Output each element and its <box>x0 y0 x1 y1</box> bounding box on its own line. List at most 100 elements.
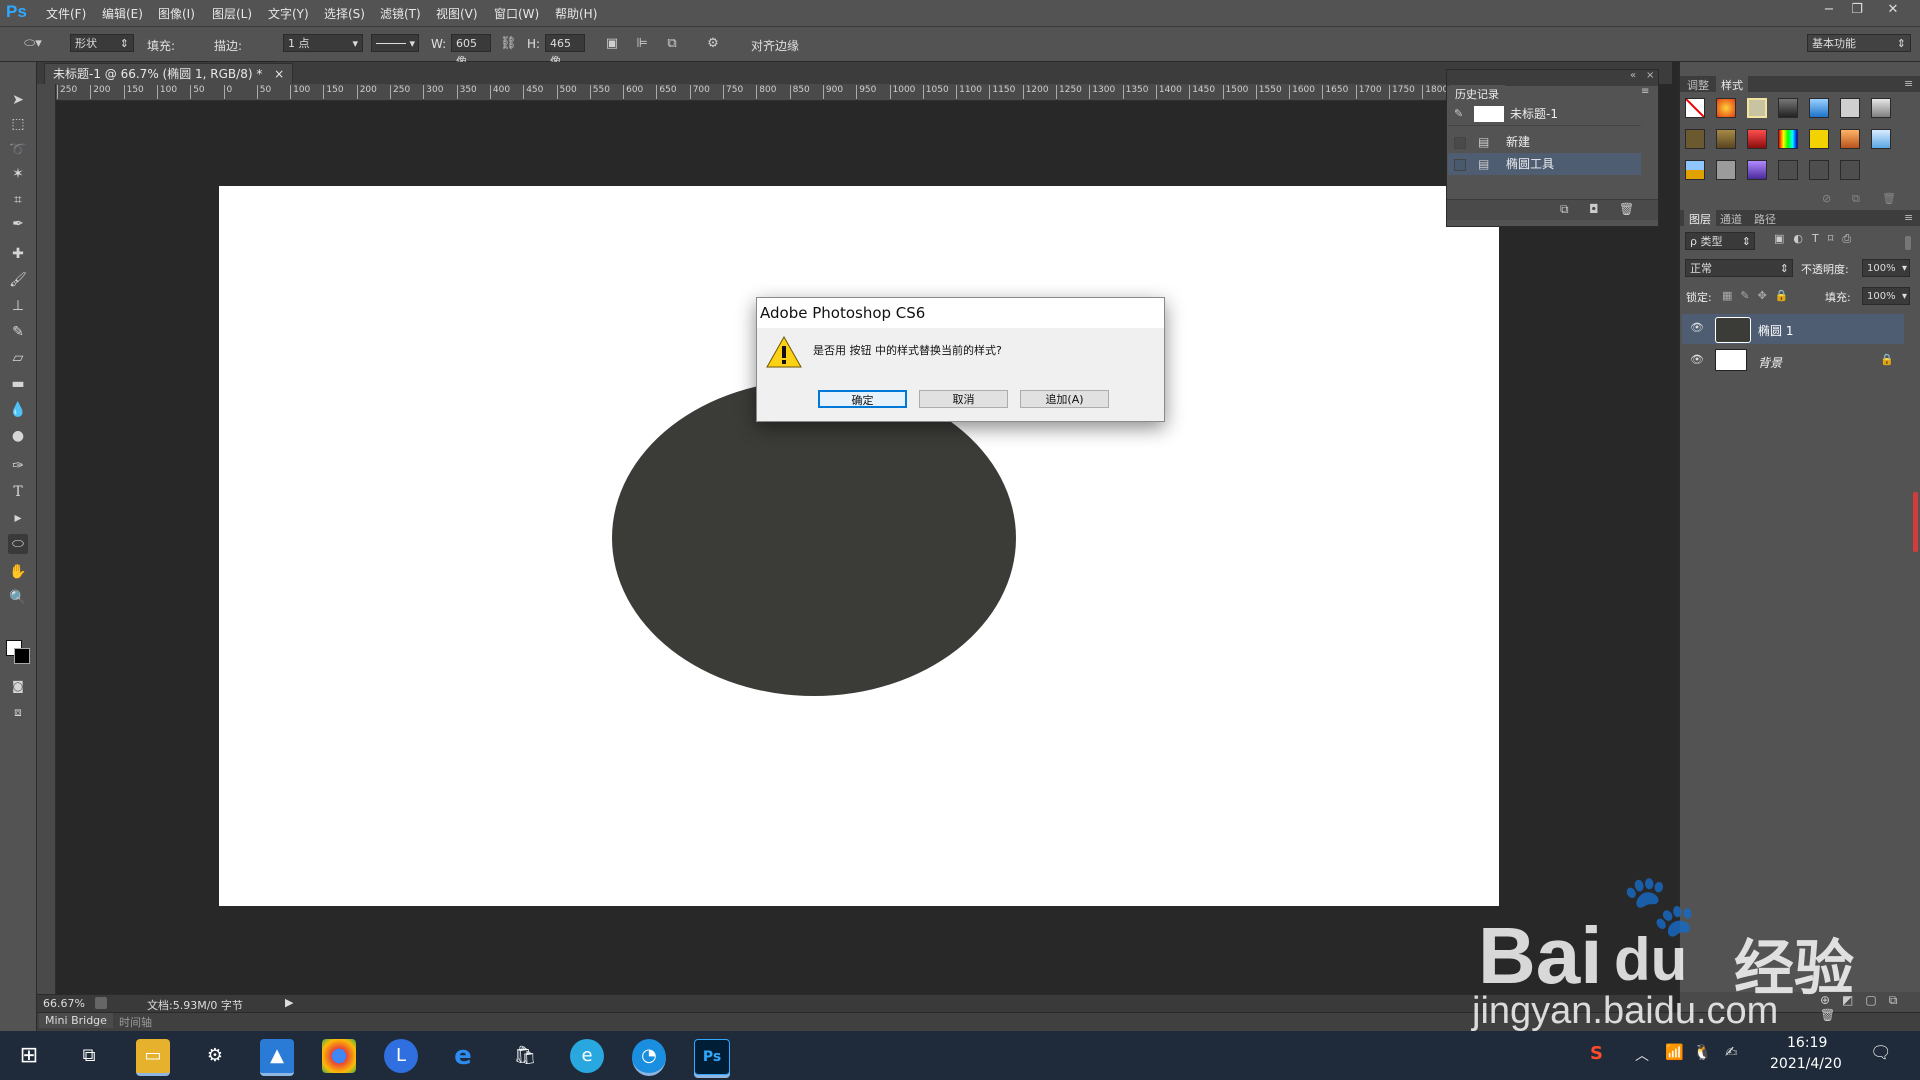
export-icon[interactable] <box>95 997 107 1009</box>
tab-channels[interactable]: 通道 <box>1720 211 1742 227</box>
eye-icon[interactable]: 👁 <box>1690 321 1704 334</box>
layer-name[interactable]: 背景 <box>1758 354 1782 371</box>
new-document-from-state-icon[interactable]: ⧉ <box>1560 202 1569 217</box>
menu-view[interactable]: 视图(V) <box>436 5 478 22</box>
move-tool-icon[interactable]: ➤ <box>8 90 28 110</box>
fill-field[interactable]: 100% ▾ <box>1862 287 1910 305</box>
store-bag-icon[interactable]: 🛍 <box>508 1039 542 1073</box>
lasso-tool-icon[interactable]: ➰ <box>8 140 28 160</box>
menu-layer[interactable]: 图层(L) <box>212 5 252 22</box>
notification-center-icon[interactable]: 🗨 <box>1870 1043 1892 1063</box>
dodge-tool-icon[interactable]: ● <box>8 426 28 446</box>
crop-tool-icon[interactable]: ⌗ <box>8 190 28 210</box>
stroke-type-select[interactable]: ▾ <box>371 34 419 52</box>
blend-mode-select[interactable]: 正常 ⇕ <box>1685 259 1793 277</box>
menu-image[interactable]: 图像(I) <box>158 5 195 22</box>
workspace-select[interactable]: 基本功能 ⇕ <box>1807 34 1911 52</box>
menu-window[interactable]: 窗口(W) <box>494 5 539 22</box>
gear-icon[interactable]: ⚙ <box>705 36 721 52</box>
clear-style-icon[interactable]: ⊘ <box>1822 192 1831 205</box>
camera-icon[interactable]: ◘ <box>1589 202 1599 216</box>
trash-icon[interactable]: 🗑 <box>1882 192 1896 205</box>
zoom-tool-icon[interactable]: 🔍 <box>8 588 28 608</box>
ellipse-tool-preset-icon[interactable]: ⬭▾ <box>20 36 46 52</box>
layer-filter-select[interactable]: ρ 类型 ⇕ <box>1685 232 1755 250</box>
dock-scroll-indicator[interactable] <box>1913 492 1918 552</box>
style-swatch[interactable] <box>1716 129 1736 149</box>
layer-filter-icons[interactable]: ▣◐T⌑⎙ <box>1774 232 1860 246</box>
style-swatch[interactable] <box>1778 98 1798 118</box>
mode-select[interactable]: 形状 ⇕ <box>70 34 134 52</box>
style-swatch-selected[interactable] <box>1747 98 1767 118</box>
style-swatch[interactable] <box>1747 129 1767 149</box>
style-swatch[interactable] <box>1778 129 1798 149</box>
style-swatch[interactable] <box>1809 98 1829 118</box>
menu-select[interactable]: 选择(S) <box>324 5 365 22</box>
tab-adjustments[interactable]: 调整 <box>1687 77 1709 93</box>
style-swatch[interactable] <box>1840 129 1860 149</box>
ellipse-tool-icon[interactable]: ⬭ <box>8 534 28 554</box>
layer-row-ellipse[interactable]: 👁 椭圆 1 <box>1682 314 1904 344</box>
lock-icons[interactable]: ▦✎✥🔒 <box>1722 289 1797 302</box>
network-icon[interactable]: 📶 <box>1665 1043 1684 1061</box>
history-source-box[interactable] <box>1454 137 1466 149</box>
tab-timeline[interactable]: 时间轴 <box>119 1014 152 1030</box>
quick-mask-icon[interactable]: ◙ <box>8 676 28 696</box>
healing-brush-tool-icon[interactable]: ✚ <box>8 244 28 264</box>
tab-mini-bridge[interactable]: Mini Bridge <box>39 1013 113 1028</box>
browser-e-icon[interactable]: e <box>570 1039 604 1073</box>
menu-edit[interactable]: 编辑(E) <box>102 5 143 22</box>
eye-icon[interactable]: 👁 <box>1690 353 1704 366</box>
photos-app-icon[interactable]: ▲ <box>260 1039 294 1076</box>
panel-scrollbar-thumb[interactable] <box>1905 236 1911 250</box>
windows-start-icon[interactable]: ⊞ <box>12 1039 46 1073</box>
photoshop-taskbar-icon[interactable]: Ps <box>694 1039 730 1075</box>
trash-icon[interactable]: 🗑 <box>1619 202 1634 216</box>
clock-date[interactable]: 2021/4/20 <box>1770 1056 1842 1072</box>
style-swatch[interactable] <box>1716 160 1736 180</box>
brush-tool-icon[interactable]: 🖌 <box>8 270 28 290</box>
close-button[interactable]: ✕ <box>1880 1 1906 19</box>
eyedropper-tool-icon[interactable]: ✒ <box>8 214 28 234</box>
file-explorer-icon[interactable]: ▭ <box>136 1039 170 1076</box>
layer-row-background[interactable]: 👁 背景 🔒 <box>1682 346 1904 376</box>
style-swatch[interactable] <box>1685 160 1705 180</box>
type-tool-icon[interactable]: T <box>8 482 28 502</box>
panel-menu-icon[interactable]: ≡ <box>1904 211 1913 224</box>
style-swatch[interactable] <box>1747 160 1767 180</box>
background-color-swatch[interactable] <box>14 648 30 664</box>
tab-history[interactable]: 历史记录 <box>1449 85 1505 103</box>
clock-time[interactable]: 16:19 <box>1787 1035 1827 1051</box>
style-swatch[interactable] <box>1871 129 1891 149</box>
gradient-tool-icon[interactable]: ▬ <box>8 374 28 394</box>
close-tab-icon[interactable]: × <box>274 67 284 81</box>
collapse-panel-icon[interactable]: « <box>1630 70 1636 81</box>
panel-menu-icon[interactable]: ≡ <box>1904 77 1913 90</box>
clone-stamp-tool-icon[interactable]: ⊥ <box>8 296 28 316</box>
l-app-icon[interactable]: L <box>384 1039 418 1073</box>
style-swatch[interactable] <box>1840 98 1860 118</box>
minimize-button[interactable]: − <box>1816 1 1842 19</box>
history-step[interactable]: ▤ 椭圆工具 <box>1448 153 1641 175</box>
settings-gear-icon[interactable]: ⚙ <box>198 1039 232 1073</box>
path-operations-icon[interactable]: ▣ <box>604 36 620 52</box>
style-swatch[interactable] <box>1778 160 1798 180</box>
internet-explorer-icon[interactable]: e <box>446 1039 480 1073</box>
menu-type[interactable]: 文字(Y) <box>268 5 309 22</box>
eraser-tool-icon[interactable]: ▱ <box>8 348 28 368</box>
restore-button[interactable]: ❐ <box>1844 1 1870 19</box>
qq-icon[interactable]: 🐧 <box>1693 1043 1712 1061</box>
status-menu-arrow-icon[interactable]: ▶ <box>285 996 293 1009</box>
style-swatch-none[interactable] <box>1685 98 1705 118</box>
history-snapshot[interactable]: ✎ 未标题-1 <box>1448 103 1641 126</box>
tab-layers[interactable]: 图层 <box>1684 210 1716 228</box>
chevron-up-icon[interactable]: ︿ <box>1635 1045 1649 1065</box>
sogou-ime-icon[interactable]: S <box>1590 1043 1603 1064</box>
hand-tool-icon[interactable]: ✋ <box>8 562 28 582</box>
style-swatch[interactable] <box>1809 160 1829 180</box>
new-style-icon[interactable]: ⧉ <box>1852 192 1860 206</box>
width-field[interactable]: 605 像 <box>451 34 491 68</box>
height-field[interactable]: 465 像 <box>545 34 585 68</box>
tab-paths[interactable]: 路径 <box>1754 211 1776 227</box>
history-brush-source-icon[interactable]: ✎ <box>1454 103 1463 125</box>
